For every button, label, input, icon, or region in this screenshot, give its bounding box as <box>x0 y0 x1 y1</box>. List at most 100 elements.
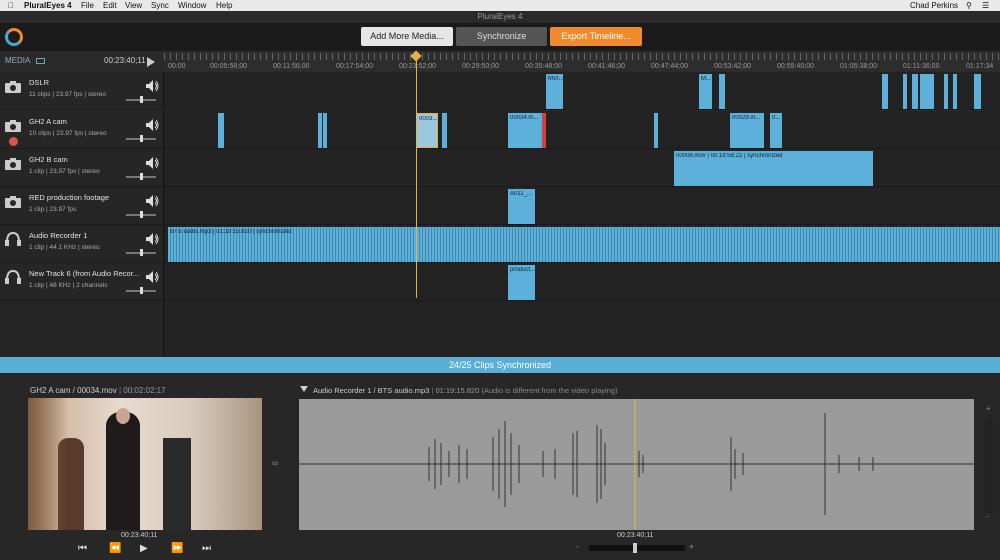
speaker-icon[interactable] <box>146 119 160 131</box>
clip-label: 0003... <box>419 116 438 122</box>
track-header-new-track-6[interactable]: New Track 6 (from Audio Recor... 1 clip … <box>0 263 164 301</box>
menu-list-icon[interactable]: ☰ <box>982 0 989 11</box>
volume-knob[interactable] <box>140 96 143 103</box>
menu-view[interactable]: View <box>125 0 142 11</box>
track-header-gh2-b[interactable]: GH2 B cam 1 clip | 23.97 fps | stereo <box>0 149 164 187</box>
timeline-clip[interactable] <box>442 113 447 148</box>
go-to-end-icon[interactable]: ⏭ <box>202 543 211 554</box>
search-icon[interactable]: ⚲ <box>966 0 972 11</box>
synchronize-button[interactable]: Synchronize <box>456 27 547 46</box>
track-header-red[interactable]: RED production footage 1 clip | 23.97 fp… <box>0 187 164 225</box>
video-preview[interactable] <box>28 398 262 530</box>
timeline-clip[interactable] <box>719 74 725 109</box>
timeline-clip[interactable] <box>944 74 948 109</box>
timeline-clip[interactable]: M... <box>699 74 712 109</box>
track-header-audio-recorder[interactable]: Audio Recorder 1 1 clip | 44.1 KHz | ste… <box>0 225 164 263</box>
volume-knob[interactable] <box>140 211 143 218</box>
timeline-clip[interactable]: BTS audio.mp3 | 01:19:15.820 | synchroni… <box>168 227 1000 262</box>
speaker-icon[interactable] <box>146 80 160 92</box>
step-forward-icon[interactable]: ⏩ <box>171 543 183 554</box>
audio-time: 01:19:15.820 <box>435 386 480 395</box>
timeline-clip[interactable] <box>903 74 907 109</box>
timeline-clip[interactable]: 0... <box>770 113 782 148</box>
foreground-shadow <box>28 398 68 530</box>
apple-icon[interactable]:  <box>8 0 14 11</box>
timeline-ruler[interactable]: 00:00 00:05:58;00 00:11:56;00 00:17:54;0… <box>164 51 1000 71</box>
timeline-clip[interactable] <box>912 74 918 109</box>
track-header-dslr[interactable]: DSLR 11 clips | 23.97 fps | stereo <box>0 72 164 110</box>
lane-new-track-6: product... <box>164 263 1000 301</box>
speaker-icon[interactable] <box>146 271 160 283</box>
timeline-clip[interactable]: 00034.m... <box>508 113 543 148</box>
menu-file[interactable]: File <box>81 0 94 11</box>
ruler-tick: 00:35:48;00 <box>525 63 562 70</box>
timeline-clip[interactable] <box>920 74 934 109</box>
menu-window[interactable]: Window <box>178 0 206 11</box>
ruler-tick: 00:59:40;00 <box>777 63 814 70</box>
timeline-clip[interactable] <box>654 113 658 148</box>
go-to-start-icon[interactable]: ⏮ <box>78 543 87 554</box>
timeline-clip[interactable]: A011_... <box>508 189 535 224</box>
speaker-icon[interactable] <box>146 195 160 207</box>
step-back-icon[interactable]: ⏪ <box>109 543 121 554</box>
zoom-slider[interactable] <box>985 418 993 513</box>
menu-edit[interactable]: Edit <box>103 0 117 11</box>
track-meta: 1 clip | 44.1 KHz | stereo <box>29 244 100 251</box>
timeline-clip[interactable] <box>318 113 322 148</box>
timeline-clip[interactable] <box>323 113 327 148</box>
record-indicator-icon[interactable] <box>9 137 18 146</box>
timeline-clip[interactable]: MVI... <box>546 74 564 109</box>
zoom-out-icon[interactable]: - <box>986 512 989 521</box>
export-timeline-button[interactable]: Export Timeline... <box>550 27 642 46</box>
audio-timecode: 00:23:40;11 <box>617 532 654 539</box>
monitor-icon[interactable] <box>36 58 45 64</box>
clip-label: BTS audio.mp3 | 01:19:15.820 | synchroni… <box>170 229 292 235</box>
audio-zoom-in-icon[interactable]: + <box>689 542 694 551</box>
volume-knob[interactable] <box>140 135 143 142</box>
collapse-triangle-icon[interactable] <box>300 386 308 392</box>
video-label: GH2 A cam / 00034.mov | 00:02:02;17 <box>30 386 166 395</box>
audio-scrub-bar[interactable] <box>589 545 685 551</box>
audio-scrub-knob[interactable] <box>633 543 637 553</box>
menu-sync[interactable]: Sync <box>151 0 169 11</box>
user-name[interactable]: Chad Perkins <box>910 0 958 11</box>
lane-gh2-a: 0003... 00034.m... 00029.m... 0... <box>164 111 1000 149</box>
track-name: RED production footage <box>29 193 110 202</box>
waveform-graphic <box>299 399 974 530</box>
timeline-clip[interactable]: 00008.mov | 00:18:58;22 | synchronized <box>674 151 873 186</box>
app-menu[interactable]: PluralEyes 4 <box>24 0 72 11</box>
audio-waveform[interactable] <box>299 399 974 530</box>
speaker-icon[interactable] <box>146 157 160 169</box>
track-meta: 1 clip | 23.97 fps <box>29 206 77 213</box>
timeline-clip[interactable]: 00029.m... <box>730 113 764 148</box>
timeline-clip-error[interactable] <box>542 113 546 148</box>
timeline-clip-selected[interactable]: 0003... <box>416 113 438 148</box>
camera-icon <box>5 196 21 208</box>
audio-zoom-out-icon[interactable]: - <box>576 542 579 551</box>
ruler-tick: 00:00 <box>168 63 186 70</box>
volume-knob[interactable] <box>140 173 143 180</box>
clip-label: MVI... <box>548 76 564 82</box>
link-icon[interactable]: ∞ <box>272 458 278 468</box>
timeline-clip[interactable] <box>953 74 957 109</box>
timeline-clip[interactable] <box>882 74 888 109</box>
speaker-icon[interactable] <box>146 233 160 245</box>
ruler-tick: 00:23:52;00 <box>399 63 436 70</box>
mac-menubar:  PluralEyes 4 File Edit View Sync Windo… <box>0 0 1000 11</box>
volume-knob[interactable] <box>140 287 143 294</box>
play-icon[interactable] <box>147 57 155 67</box>
volume-knob[interactable] <box>140 249 143 256</box>
add-more-media-button[interactable]: Add More Media... <box>361 27 453 46</box>
ruler-tick: 00:53:42;00 <box>714 63 751 70</box>
play-button-icon[interactable]: ▶ <box>140 543 148 554</box>
timeline-clip[interactable]: product... <box>508 265 535 300</box>
timeline-clip[interactable] <box>974 74 981 109</box>
window-title: PluralEyes 4 <box>0 11 1000 23</box>
timeline-clip[interactable] <box>218 113 224 148</box>
playhead[interactable] <box>416 51 417 298</box>
ruler-tick: 01:17:34 <box>966 63 994 70</box>
menu-help[interactable]: Help <box>216 0 232 11</box>
track-header-gh2-a[interactable]: GH2 A cam 10 clips | 23.97 fps | stereo <box>0 111 164 149</box>
zoom-in-icon[interactable]: + <box>986 404 991 413</box>
person-figure <box>106 412 140 530</box>
